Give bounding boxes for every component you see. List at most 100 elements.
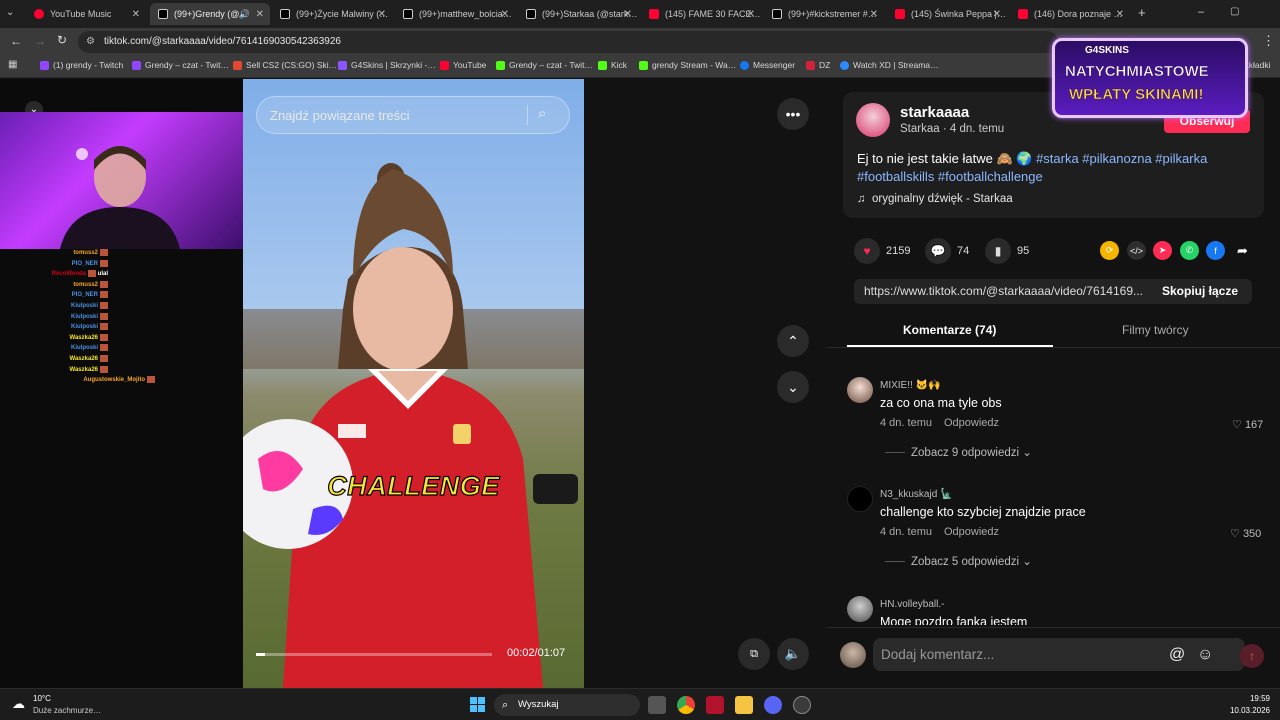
bookmark-item[interactable]: (1) grendy - Twitch: [40, 60, 123, 70]
maximize-button[interactable]: ▢: [1230, 6, 1239, 17]
bookmark-item[interactable]: DZ: [806, 60, 830, 70]
close-tab-icon[interactable]: ✕: [1116, 9, 1124, 20]
chat-emote-icon: [100, 365, 108, 373]
tab-starkaa[interactable]: (99+)Starkaa (@stark… ✕: [518, 3, 638, 25]
tiktok-icon: [403, 9, 413, 19]
site-info-icon[interactable]: ⚙: [86, 31, 95, 53]
bookmark-item[interactable]: Watch XD | Streama…: [840, 60, 939, 70]
video-details-panel: starkaaaa Starkaa · 4 dn. temu Obserwuj …: [827, 79, 1280, 688]
chat-emote-icon: [100, 249, 108, 256]
close-tab-icon[interactable]: ✕: [870, 9, 878, 20]
tab-kickstremer[interactable]: (99+)#kickstremer #… ✕: [764, 3, 884, 25]
close-tab-icon[interactable]: ✕: [624, 9, 632, 20]
share-link-text[interactable]: https://www.tiktok.com/@starkaaaa/video/…: [864, 279, 1143, 304]
avatar[interactable]: [856, 103, 890, 137]
like-button[interactable]: ♥ 2159: [854, 238, 910, 264]
weather-widget[interactable]: ☁ 10°C Duże zachmurze…: [12, 694, 132, 718]
chevron-down-icon: ⌄: [1022, 556, 1032, 568]
share-arrow-icon[interactable]: ➦: [1233, 241, 1252, 260]
minimize-button[interactable]: –: [1198, 6, 1204, 18]
comment-avatar[interactable]: [847, 486, 873, 512]
bookmark-item[interactable]: Grendy – czat - Twit…: [132, 60, 229, 70]
tab-grendy[interactable]: (99+)Grendy (@… 🔊 ✕: [150, 3, 270, 25]
close-tab-icon[interactable]: ✕: [747, 9, 755, 20]
comment-like-button[interactable]: ♡ 350: [1230, 527, 1261, 540]
reload-icon[interactable]: ↻: [57, 33, 67, 47]
bookmark-item[interactable]: Grendy – czat - Twit…: [496, 60, 593, 70]
related-search-input[interactable]: Znajdź powiązane treści ⌕: [256, 96, 570, 134]
close-tab-icon[interactable]: ✕: [378, 9, 386, 20]
tab-comments[interactable]: Komentarze (74): [903, 323, 996, 337]
close-tab-icon[interactable]: ✕: [993, 9, 1001, 20]
apps-grid-icon[interactable]: ▦: [8, 59, 17, 70]
bookmark-item[interactable]: Sell CS2 (CS:GO) Ski…: [233, 60, 337, 70]
mention-icon[interactable]: @: [1169, 638, 1185, 671]
share-copy-icon[interactable]: ⟳: [1100, 241, 1119, 260]
comment-author[interactable]: HN.volleyball.-: [880, 599, 944, 610]
comment-avatar[interactable]: [847, 596, 873, 622]
chat-emote-icon: [87, 270, 96, 278]
tab-youtube-music[interactable]: YouTube Music ✕: [26, 3, 146, 25]
sound-row[interactable]: ♫ oryginalny dźwięk - Starkaa: [857, 193, 1013, 205]
bookmark-item[interactable]: grendy Stream - Wa…: [639, 60, 736, 70]
tab-list-chevron-icon[interactable]: ⌄: [6, 7, 14, 18]
embed-icon[interactable]: </>: [1127, 241, 1146, 260]
tab-dora[interactable]: (146) Dora poznaje … ✕: [1010, 3, 1130, 25]
next-video-button[interactable]: ⌄: [777, 371, 809, 403]
back-icon[interactable]: ←: [10, 34, 22, 48]
obs-icon[interactable]: [793, 696, 811, 714]
chat-username: Waszka26: [69, 334, 98, 341]
bookmark-item[interactable]: G4Skins | Skrzynki -…: [338, 60, 436, 70]
bookmark-item[interactable]: Messenger: [740, 60, 795, 70]
tab-zycie-malwiny[interactable]: (99+)Życie Malwiny (… ✕: [272, 3, 392, 25]
video-progress-bar[interactable]: [256, 653, 492, 656]
send-icon[interactable]: ➤: [1153, 241, 1172, 260]
comment-button[interactable]: 💬 74: [925, 238, 969, 264]
previous-video-button[interactable]: ⌃: [777, 325, 809, 357]
copy-link-button[interactable]: Skopiuj łącze: [1162, 279, 1238, 304]
forward-icon[interactable]: →: [34, 34, 46, 48]
chrome-icon[interactable]: [677, 696, 695, 714]
comment-like-button[interactable]: ♡ 167: [1232, 418, 1263, 431]
discord-icon[interactable]: [764, 696, 782, 714]
task-view-icon[interactable]: [648, 696, 666, 714]
bookmark-item[interactable]: Kick: [598, 60, 627, 70]
tab-creator-videos[interactable]: Filmy twórcy: [1122, 323, 1189, 337]
close-tab-icon[interactable]: ✕: [501, 9, 509, 20]
post-comment-button[interactable]: ↑: [1240, 644, 1264, 668]
chat-message: tomuss2: [73, 249, 108, 256]
reply-button[interactable]: Odpowiedz: [944, 417, 999, 429]
new-tab-button[interactable]: +: [1138, 5, 1146, 20]
comment-input[interactable]: Dodaj komentarz... @ ☺: [873, 638, 1245, 671]
facebook-icon[interactable]: f: [1206, 241, 1225, 260]
comment-author[interactable]: N3_kkuskajd 🗽: [880, 489, 952, 500]
tab-fame-30[interactable]: (145) FAME 30 FACE… ✕: [641, 3, 761, 25]
tab-swinka-peppa[interactable]: (145) Świnka Peppa |… ✕: [887, 3, 1007, 25]
view-replies-button[interactable]: Zobacz 9 odpowiedzi ⌄: [885, 445, 1032, 459]
close-tab-icon[interactable]: ✕: [256, 9, 264, 20]
emoji-icon[interactable]: ☺: [1197, 638, 1213, 671]
tiktok-icon: [772, 9, 782, 19]
menu-icon[interactable]: ⋮: [1262, 33, 1275, 49]
username[interactable]: starkaaaa: [900, 104, 969, 121]
comment-author[interactable]: MIXIE!! 🐱🙌: [880, 380, 940, 391]
bookmark-item[interactable]: YouTube: [440, 60, 486, 70]
view-replies-button[interactable]: Zobacz 5 odpowiedzi ⌄: [885, 554, 1032, 568]
volume-button[interactable]: 🔈: [777, 638, 809, 670]
save-button[interactable]: ▮ 95: [985, 238, 1029, 264]
file-explorer-icon[interactable]: [735, 696, 753, 714]
video-player[interactable]: Znajdź powiązane treści ⌕ CHALLENGE 00:0…: [243, 79, 584, 688]
comment-avatar[interactable]: [847, 377, 873, 403]
more-options-button[interactable]: •••: [777, 98, 809, 130]
url-input[interactable]: ⚙ tiktok.com/@starkaaaa/video/7614169030…: [78, 31, 1058, 53]
tab-matthew-bolcia[interactable]: (99+)matthew_bolcia… ✕: [395, 3, 515, 25]
start-icon[interactable]: [470, 697, 485, 712]
whatsapp-icon[interactable]: ✆: [1180, 241, 1199, 260]
taskbar-search[interactable]: ⌕ Wyszukaj: [494, 694, 640, 716]
close-tab-icon[interactable]: ✕: [132, 9, 140, 20]
search-icon[interactable]: ⌕: [538, 105, 546, 122]
miniplayer-button[interactable]: ⧉: [738, 638, 770, 670]
app-icon[interactable]: [706, 696, 724, 714]
reply-button[interactable]: Odpowiedz: [944, 526, 999, 538]
clock[interactable]: 19:59 10.03.2026: [1220, 694, 1270, 715]
